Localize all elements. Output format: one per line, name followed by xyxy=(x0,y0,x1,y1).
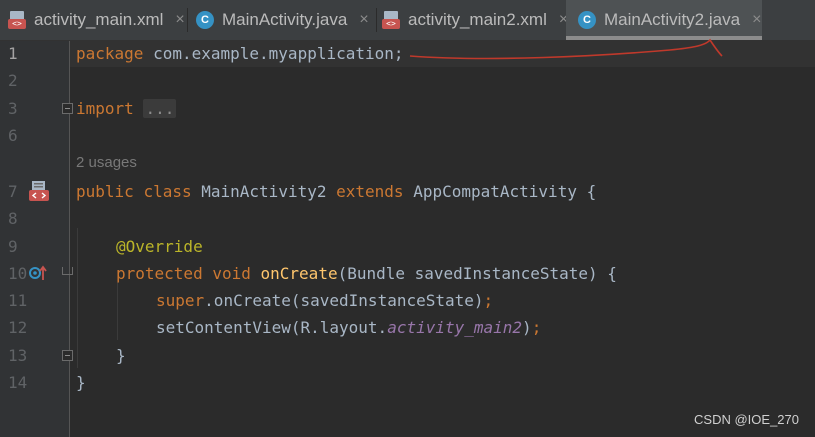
watermark: CSDN @IOE_270 xyxy=(694,412,799,427)
tab-label: MainActivity.java xyxy=(222,10,348,29)
code-line-9[interactable]: @Override xyxy=(116,237,203,256)
code-line-10[interactable]: protected void onCreate(Bundle savedInst… xyxy=(116,264,617,283)
code-line-3[interactable]: import ... xyxy=(76,99,177,118)
fold-toggle-icon[interactable] xyxy=(62,103,73,114)
line-number: 10 xyxy=(8,264,28,283)
code-line-7[interactable]: public class MainActivity2 extends AppCo… xyxy=(76,182,596,201)
fold-start-icon[interactable] xyxy=(62,267,73,277)
line-number: 14 xyxy=(8,373,28,392)
line-number: 3 xyxy=(8,99,18,118)
fold-toggle-icon[interactable] xyxy=(62,350,73,361)
java-class-icon: C xyxy=(196,11,214,29)
line-number: 6 xyxy=(8,126,18,145)
code-line-1[interactable]: package com.example.myapplication; xyxy=(76,44,404,63)
usages-hint[interactable]: 2 usages xyxy=(76,154,137,171)
code-line-11[interactable]: super.onCreate(savedInstanceState); xyxy=(156,291,493,310)
line-number: 1 xyxy=(8,44,18,63)
code-line-14[interactable]: } xyxy=(76,373,86,392)
line-number: 12 xyxy=(8,318,28,337)
code-line-12[interactable]: setContentView(R.layout.activity_main2); xyxy=(156,318,541,337)
close-icon[interactable]: × xyxy=(752,11,761,29)
close-icon[interactable]: × xyxy=(359,11,368,29)
override-method-icon[interactable] xyxy=(28,264,50,282)
line-number: 13 xyxy=(8,346,28,365)
close-icon[interactable]: × xyxy=(175,11,184,29)
line-number: 2 xyxy=(8,71,18,90)
annotation-stroke xyxy=(409,38,723,60)
xml-file-icon: <> xyxy=(8,11,26,29)
layout-file-link-icon[interactable] xyxy=(28,180,50,202)
line-number: 8 xyxy=(8,209,18,228)
tab-activity-main-xml[interactable]: <> activity_main.xml × xyxy=(8,0,186,40)
line-number: 7 xyxy=(8,182,18,201)
line-number: 11 xyxy=(8,291,28,310)
code-line-13[interactable]: } xyxy=(116,346,126,365)
xml-file-icon: <> xyxy=(382,11,400,29)
line-number: 9 xyxy=(8,237,18,256)
folded-imports[interactable]: ... xyxy=(143,99,177,118)
tab-label: activity_main.xml xyxy=(34,10,164,29)
tab-mainactivity-java[interactable]: C MainActivity.java × xyxy=(196,0,376,40)
